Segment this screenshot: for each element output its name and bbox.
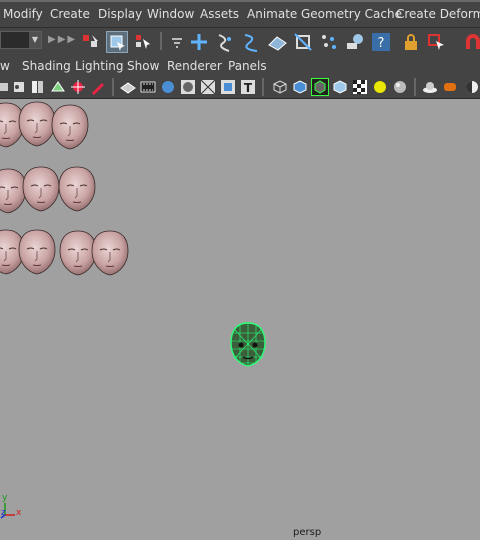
bookmarks-icon[interactable] [30,79,46,95]
smooth-shade-all-icon[interactable] [292,79,308,95]
panel-menu-show[interactable]: Show [127,59,159,73]
status-toolbar: ▼ ▶▶▶ ? [0,27,480,57]
make-live-icon[interactable] [292,31,314,53]
snap-to-view-plane-icon[interactable] [266,31,288,53]
scene-canvas[interactable] [0,99,480,540]
wireframe-on-shaded-icon[interactable] [311,78,329,96]
snap-to-curve-icon[interactable] [214,31,236,53]
motion-blur-icon[interactable] [442,79,458,95]
safe-action-icon[interactable] [220,79,236,95]
help-icon[interactable]: ? [370,31,392,53]
menu-create-deformers[interactable]: Create Deformers [396,7,480,21]
select-by-component-icon[interactable] [132,31,154,53]
field-chart-icon[interactable] [200,79,216,95]
camera-attributes-icon[interactable] [12,79,28,95]
toolbar-separator [160,32,162,50]
head-model[interactable] [0,168,27,214]
toolbar-separator [112,78,114,96]
menu-window[interactable]: Window [147,7,194,21]
select-highlight-icon[interactable] [426,31,448,53]
construction-history-icon[interactable] [318,31,340,53]
panel-menubar: w Shading Lighting Show Renderer Panels [0,56,480,76]
head-model[interactable] [18,229,56,275]
render-icon[interactable] [344,31,366,53]
snap-to-point-icon[interactable] [240,31,262,53]
anti-aliasing-icon[interactable] [464,79,480,95]
panel-menu-panels[interactable]: Panels [228,59,267,73]
svg-text:T: T [244,81,253,95]
gate-mask-icon[interactable] [180,79,196,95]
panel-menu-lighting[interactable]: Lighting [75,59,124,73]
head-model[interactable] [58,166,96,212]
safe-title-icon[interactable]: T [240,79,256,95]
head-model[interactable] [22,166,60,212]
snap-menu-icon[interactable] [166,31,188,53]
snap-to-grid-icon[interactable] [188,31,210,53]
menu-geometry-cache[interactable]: Geometry Cache [301,7,402,21]
select-by-object-icon[interactable] [106,31,128,53]
ambient-occlusion-icon[interactable] [422,79,438,95]
menu-modify[interactable]: Modify [3,7,43,21]
panel-menu-shading[interactable]: Shading [22,59,71,73]
lock-icon[interactable] [400,31,422,53]
head-model[interactable] [51,104,89,150]
two-d-pan-icon[interactable] [70,79,86,95]
viewport-toolbar: T [0,76,480,99]
magnet-icon[interactable] [462,31,480,53]
menu-set-dropdown[interactable]: ▼ [0,31,42,49]
main-menubar: Modify Create Display Window Assets Anim… [0,0,480,27]
select-by-hierarchy-icon[interactable] [80,31,102,53]
menu-create[interactable]: Create [50,7,90,21]
wireframe-icon[interactable] [272,79,288,95]
toolbar-separator [262,78,264,96]
collapse-arrows-icon[interactable]: ▶▶▶ [48,34,77,45]
menu-display[interactable]: Display [98,7,142,21]
svg-text:?: ? [378,36,385,51]
selected-wireframe-head[interactable] [230,322,266,367]
checker-texture-icon[interactable] [352,79,368,95]
shadows-icon[interactable] [392,79,408,95]
image-plane-icon[interactable] [50,79,66,95]
grease-pencil-icon[interactable] [90,79,106,95]
panel-menu-view[interactable]: w [0,59,10,73]
head-model[interactable] [91,230,129,276]
menu-animate[interactable]: Animate [247,7,297,21]
head-model[interactable] [18,101,56,147]
toolbar-separator [414,78,416,96]
chevron-down-icon: ▼ [29,32,41,48]
grid-icon[interactable] [120,79,136,95]
perspective-viewport[interactable]: y x z persp [0,99,480,540]
axis-label-z: z [1,508,6,518]
panel-menu-renderer[interactable]: Renderer [167,59,222,73]
axis-label-y: y [2,493,8,503]
menu-assets[interactable]: Assets [200,7,239,21]
head-model[interactable] [59,230,97,276]
resolution-gate-icon[interactable] [160,79,176,95]
camera-label: persp [293,527,322,538]
axis-label-x: x [16,508,22,518]
use-all-lights-icon[interactable] [372,79,388,95]
textured-icon[interactable] [332,79,348,95]
film-gate-icon[interactable] [140,79,156,95]
